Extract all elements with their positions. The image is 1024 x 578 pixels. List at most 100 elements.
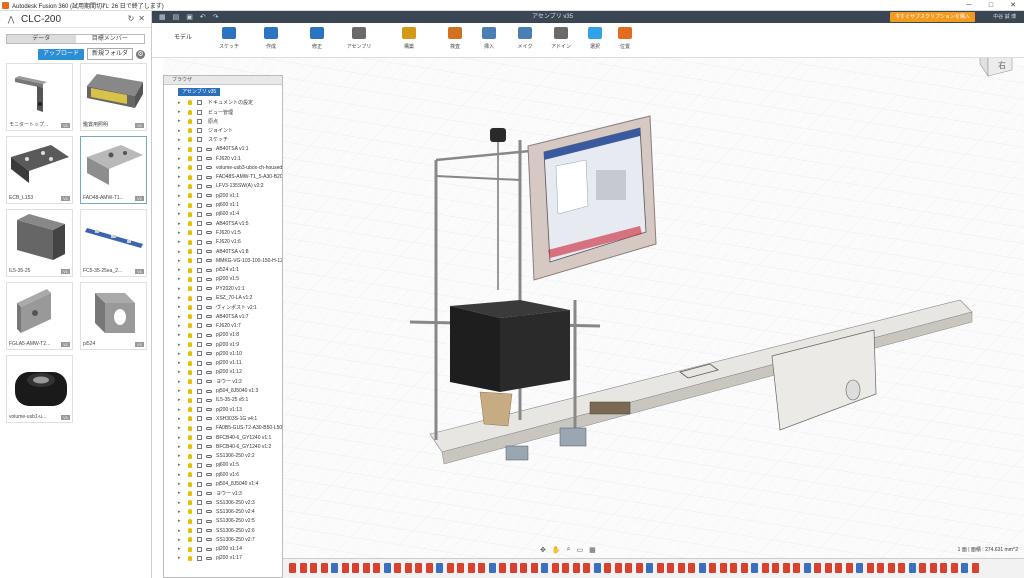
timeline-feature-icon[interactable] — [541, 563, 548, 573]
expand-arrow-icon[interactable]: ▸ — [178, 100, 181, 106]
visibility-bulb-icon[interactable] — [188, 490, 192, 496]
minimize-button[interactable]: ─ — [958, 0, 980, 11]
save-icon[interactable]: ▣ — [186, 13, 193, 21]
timeline-feature-icon[interactable] — [635, 563, 643, 573]
browser-tree-row[interactable]: ▸ pj600 v1:4 — [164, 210, 284, 220]
sample-cup[interactable] — [479, 391, 513, 427]
timeline-feature-icon[interactable] — [719, 563, 727, 573]
browser-tree-row[interactable]: ▸ pj200 v1:5 — [164, 275, 284, 285]
expand-arrow-icon[interactable]: ▸ — [178, 444, 181, 450]
settings-gear-icon[interactable]: ⚙ — [136, 49, 145, 59]
timeline-feature-icon[interactable] — [352, 563, 359, 573]
redo-icon[interactable]: ↷ — [213, 13, 219, 21]
timeline-feature-icon[interactable] — [299, 563, 307, 573]
expand-arrow-icon[interactable]: ▸ — [178, 193, 181, 199]
browser-tree-row[interactable]: ▸ pj600 v1:1 — [164, 200, 284, 210]
timeline-feature-icon[interactable] — [803, 563, 811, 573]
expand-arrow-icon[interactable]: ▸ — [178, 183, 181, 189]
expand-arrow-icon[interactable]: ▸ — [178, 128, 181, 134]
browser-tree-row[interactable]: ▸ AB40TSA v1:5 — [164, 219, 284, 229]
expand-arrow-icon[interactable]: ▸ — [178, 118, 181, 124]
timeline-feature-icon[interactable] — [320, 563, 328, 573]
visibility-bulb-icon[interactable] — [188, 314, 192, 320]
browser-tree-row[interactable]: ▸ ヴィンポスト v2:1 — [164, 303, 284, 313]
timeline-feature-icon[interactable] — [383, 563, 391, 573]
timeline-feature-icon[interactable] — [877, 563, 884, 573]
ribbon-group-addin[interactable]: アドイン — [544, 23, 578, 58]
visibility-bulb-icon[interactable] — [188, 267, 192, 273]
expand-arrow-icon[interactable]: ▸ — [178, 509, 181, 515]
visibility-bulb-icon[interactable] — [188, 193, 192, 199]
browser-tree-row[interactable]: ▸ FAD48S-AMW-T1_5-A30-B20-L40... — [164, 172, 284, 182]
browser-tree-row[interactable]: ▸ BFCB40-6_GY1240 v1:1 — [164, 433, 284, 443]
browser-tree-row[interactable]: ▸ FJ620 v1:1 — [164, 154, 284, 164]
expand-arrow-icon[interactable]: ▸ — [178, 500, 181, 506]
visibility-bulb-icon[interactable] — [188, 397, 192, 403]
browser-root[interactable]: アセンブリ v35 — [164, 87, 282, 96]
close-panel-icon[interactable]: ✕ — [138, 14, 145, 23]
visibility-bulb-icon[interactable] — [188, 518, 192, 524]
user-name[interactable]: 中谷 誠 博 — [993, 11, 1016, 23]
browser-tree-row[interactable]: ▸ SS1306-250 v2:4 — [164, 507, 284, 517]
expand-arrow-icon[interactable]: ▸ — [178, 435, 181, 441]
visibility-bulb-icon[interactable] — [188, 332, 192, 338]
visibility-bulb-icon[interactable] — [188, 342, 192, 348]
expand-arrow-icon[interactable]: ▸ — [178, 323, 181, 329]
expand-arrow-icon[interactable]: ▸ — [178, 546, 181, 552]
visibility-bulb-icon[interactable] — [188, 435, 192, 441]
timeline-feature-icon[interactable] — [782, 563, 790, 573]
maximize-button[interactable]: □ — [980, 0, 1002, 11]
file-card[interactable]: モニタートップ... V1 — [6, 63, 73, 131]
browser-tree-row[interactable]: ▸ SS1306-250 v2:7 — [164, 535, 284, 545]
visibility-bulb-icon[interactable] — [188, 416, 192, 422]
timeline-feature-icon[interactable] — [709, 563, 716, 573]
visibility-bulb-icon[interactable] — [188, 100, 192, 106]
browser-tree-row[interactable]: ▸ IL5-35-25 v5:1 — [164, 396, 284, 406]
browser-tree-row[interactable]: ▸ pj200 v1:9 — [164, 340, 284, 350]
visibility-bulb-icon[interactable] — [188, 276, 192, 282]
browser-tree-row[interactable]: ▸ BFCB40-6_GY1240 v1:2 — [164, 442, 284, 452]
tab-data[interactable]: データ — [7, 35, 76, 43]
expand-arrow-icon[interactable]: ▸ — [178, 528, 181, 534]
upload-button[interactable]: アップロード — [37, 48, 84, 60]
visibility-bulb-icon[interactable] — [188, 230, 192, 236]
expand-arrow-icon[interactable]: ▸ — [178, 351, 181, 357]
timeline-feature-icon[interactable] — [908, 563, 916, 573]
timeline-feature-icon[interactable] — [457, 563, 464, 573]
timeline-feature-icon[interactable] — [688, 563, 695, 573]
timeline[interactable] — [283, 558, 1024, 578]
timeline-feature-icon[interactable] — [341, 563, 349, 573]
timeline-feature-icon[interactable] — [940, 563, 947, 573]
subscription-warning-button[interactable]: 今すぐサブスクリプションを購入 — [890, 12, 976, 22]
file-card[interactable]: FGLA5-AMW-T2... V1 — [6, 282, 73, 350]
expand-arrow-icon[interactable]: ▸ — [178, 156, 181, 162]
visibility-bulb-icon[interactable] — [188, 407, 192, 413]
visibility-bulb-icon[interactable] — [188, 481, 192, 487]
ribbon-group-insert[interactable]: 挿入 — [472, 23, 506, 58]
browser-tree-row[interactable]: ▸ pj200 v1:8 — [164, 331, 284, 341]
timeline-feature-icon[interactable] — [971, 563, 979, 573]
browser-tree-row[interactable]: ▸ pi524 v1:1 — [164, 265, 284, 275]
visibility-bulb-icon[interactable] — [188, 369, 192, 375]
browser-tree-row[interactable]: ▸ ESZ_70-LA v1:2 — [164, 293, 284, 303]
timeline-feature-icon[interactable] — [824, 563, 832, 573]
visibility-bulb-icon[interactable] — [188, 425, 192, 431]
file-card[interactable]: 鑑賞用照明 V1 — [80, 63, 147, 131]
browser-tree-row[interactable]: ▸ pj200 v1:12 — [164, 368, 284, 378]
browser-tree-row[interactable]: ▸ pj200 v1:17 — [164, 554, 284, 564]
expand-arrow-icon[interactable]: ▸ — [178, 425, 181, 431]
file-menu-icon[interactable]: ▤ — [173, 13, 180, 21]
ribbon-group-construct[interactable]: 構築 — [392, 23, 426, 58]
timeline-feature-icon[interactable] — [887, 563, 895, 573]
visibility-bulb-icon[interactable] — [188, 239, 192, 245]
visibility-bulb-icon[interactable] — [188, 444, 192, 450]
timeline-feature-icon[interactable] — [488, 563, 496, 573]
visibility-bulb-icon[interactable] — [188, 304, 192, 310]
browser-tree-row[interactable]: ▸ FJ620 v1:6 — [164, 238, 284, 248]
expand-arrow-icon[interactable]: ▸ — [178, 137, 181, 143]
visibility-bulb-icon[interactable] — [188, 388, 192, 394]
timeline-feature-icon[interactable] — [929, 563, 937, 573]
expand-arrow-icon[interactable]: ▸ — [178, 379, 181, 385]
timeline-feature-icon[interactable] — [415, 563, 422, 573]
browser-tree-row[interactable]: ▸ 原点 — [164, 117, 284, 127]
